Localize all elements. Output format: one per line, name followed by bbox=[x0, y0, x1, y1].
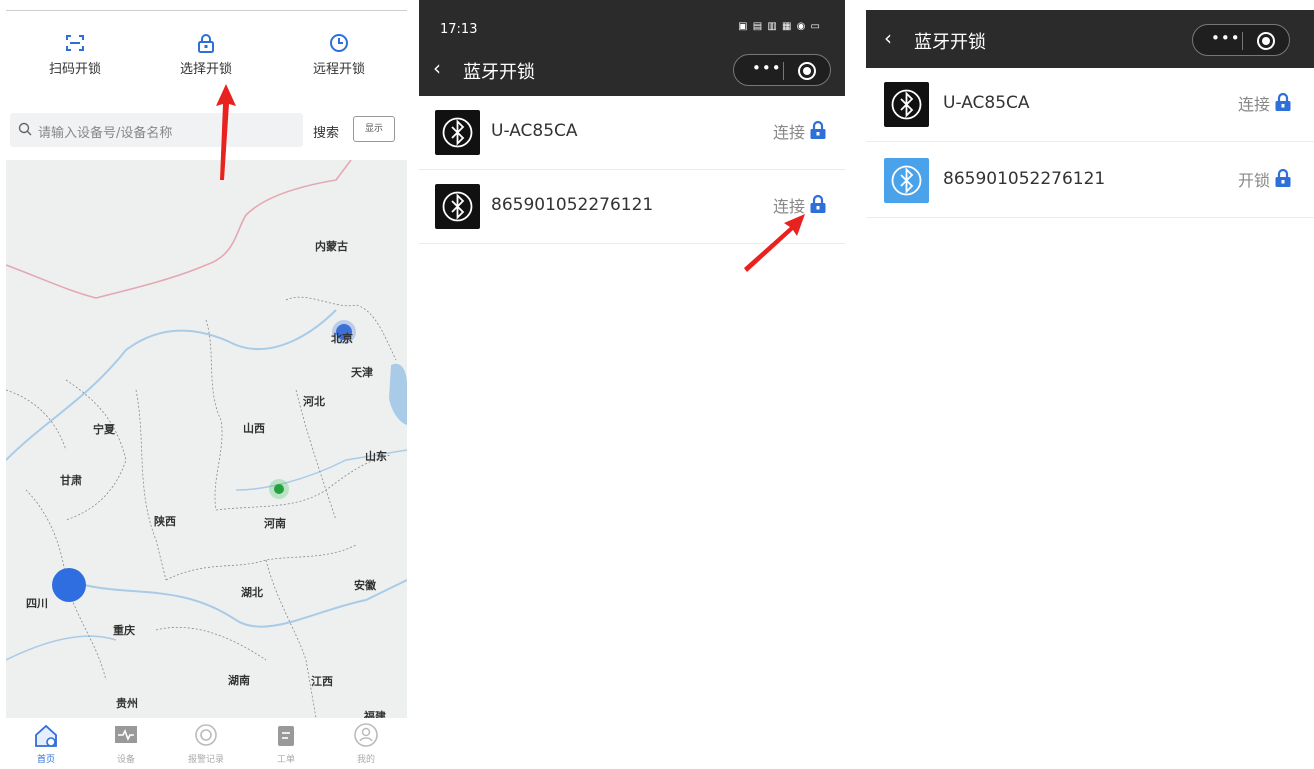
tab-device[interactable]: 设备 bbox=[96, 722, 156, 765]
tab-workorder-label: 工单 bbox=[276, 755, 295, 765]
device-name: 865901052276121 bbox=[491, 195, 654, 215]
nav-bar: ‹ 蓝牙开锁 ••• bbox=[419, 44, 845, 96]
map-label: 重庆 bbox=[113, 624, 135, 637]
device-row[interactable]: U-AC85CA 连接 bbox=[419, 96, 845, 170]
map-label: 河南 bbox=[264, 517, 286, 530]
home-map-screen: 扫码开锁 选择开锁 远程开锁 请输入设备号/设备名称 搜索 显示 内蒙古 北京 … bbox=[6, 0, 407, 769]
map-label: 宁夏 bbox=[93, 423, 115, 436]
tab-profile[interactable]: 我的 bbox=[336, 722, 396, 765]
map-view[interactable]: 内蒙古 北京 天津 河北 宁夏 山西 山东 甘肃 陕西 河南 四川 湖北 安徽 … bbox=[6, 160, 407, 718]
select-unlock-label: 选择开锁 bbox=[179, 62, 232, 77]
connect-button[interactable]: 连接 bbox=[1238, 91, 1294, 115]
back-icon[interactable]: ‹ bbox=[433, 56, 441, 80]
profile-icon bbox=[354, 723, 378, 747]
lock-icon bbox=[1275, 168, 1291, 187]
page-title: 蓝牙开锁 bbox=[914, 32, 986, 53]
connect-button[interactable]: 连接 bbox=[773, 119, 829, 143]
bluetooth-unlock-screen-unlocked: ‹ 蓝牙开锁 ••• U-AC85CA 连接 865901052276121 开… bbox=[866, 0, 1314, 769]
red-arrow-annotation bbox=[216, 84, 236, 180]
device-row[interactable]: 865901052276121 开锁 bbox=[866, 144, 1314, 218]
map-label: 天津 bbox=[351, 366, 373, 379]
search-icon bbox=[18, 122, 32, 136]
back-icon[interactable]: ‹ bbox=[884, 26, 892, 50]
scan-icon bbox=[66, 35, 84, 51]
unlock-button[interactable]: 开锁 bbox=[1238, 167, 1294, 191]
tab-alarm-label: 报警记录 bbox=[187, 755, 224, 765]
device-icon bbox=[115, 726, 137, 743]
tab-home[interactable]: 首页 bbox=[16, 722, 76, 765]
device-name: 865901052276121 bbox=[943, 169, 1106, 189]
page-title: 蓝牙开锁 bbox=[463, 62, 535, 83]
bottom-tabbar: 首页 设备 报警记录 工单 我的 bbox=[6, 718, 407, 769]
lock-icon bbox=[198, 34, 214, 53]
lock-icon bbox=[810, 194, 826, 213]
map-label: 湖北 bbox=[241, 586, 263, 599]
clipboard-icon bbox=[278, 726, 294, 746]
map-label: 湖南 bbox=[228, 674, 250, 687]
bluetooth-icon bbox=[435, 184, 480, 229]
bluetooth-icon bbox=[884, 158, 929, 203]
miniprogram-capsule: ••• bbox=[733, 54, 831, 86]
bluetooth-unlock-screen-phone: 17:13 ▣ ▤ ▥ ▦ ◉ ▭ ‹ 蓝牙开锁 ••• U-AC85CA 连接 bbox=[419, 0, 845, 769]
scan-unlock-label: 扫码开锁 bbox=[48, 62, 101, 77]
status-bar: 17:13 ▣ ▤ ▥ ▦ ◉ ▭ bbox=[419, 0, 845, 44]
bluetooth-icon bbox=[884, 82, 929, 127]
search-button[interactable]: 搜索 bbox=[313, 122, 339, 141]
map-label: 内蒙古 bbox=[315, 240, 348, 253]
map-label: 陕西 bbox=[154, 515, 176, 528]
status-icons: ▣ ▤ ▥ ▦ ◉ ▭ bbox=[738, 21, 821, 32]
capsule-divider bbox=[1242, 32, 1243, 50]
tab-home-label: 首页 bbox=[36, 755, 55, 765]
remote-unlock-label: 远程开锁 bbox=[312, 62, 365, 77]
map-label: 河北 bbox=[303, 395, 325, 408]
select-unlock-tab[interactable]: 选择开锁 bbox=[151, 32, 261, 77]
top-divider bbox=[6, 10, 407, 11]
action-label: 连接 bbox=[1237, 95, 1270, 114]
nav-bar: ‹ 蓝牙开锁 ••• bbox=[866, 10, 1314, 68]
clock-icon bbox=[330, 34, 348, 52]
cluster-marker[interactable] bbox=[51, 567, 87, 603]
miniprogram-capsule: ••• bbox=[1192, 24, 1290, 56]
close-miniprogram-icon[interactable] bbox=[1257, 32, 1275, 50]
map-label: 山东 bbox=[365, 450, 387, 463]
more-icon[interactable]: ••• bbox=[1211, 29, 1241, 47]
home-icon bbox=[35, 724, 57, 747]
scan-unlock-tab[interactable]: 扫码开锁 bbox=[20, 32, 130, 77]
action-label: 开锁 bbox=[1237, 171, 1270, 190]
lock-icon bbox=[810, 120, 826, 139]
tab-workorder[interactable]: 工单 bbox=[256, 722, 316, 765]
map-label: 江西 bbox=[311, 675, 333, 688]
map-label: 福建 bbox=[364, 710, 386, 718]
tab-alarm[interactable]: 报警记录 bbox=[176, 722, 236, 765]
tab-profile-label: 我的 bbox=[356, 755, 375, 765]
map-label: 甘肃 bbox=[60, 474, 82, 487]
tab-device-label: 设备 bbox=[116, 755, 135, 765]
red-arrow-annotation bbox=[744, 214, 805, 272]
device-row[interactable]: U-AC85CA 连接 bbox=[866, 68, 1314, 142]
map-label: 四川 bbox=[26, 597, 48, 610]
search-placeholder: 请输入设备号/设备名称 bbox=[38, 126, 173, 141]
device-name: U-AC85CA bbox=[943, 93, 1030, 113]
map-label: 安徽 bbox=[354, 579, 376, 592]
map-label: 山西 bbox=[243, 422, 265, 435]
lock-icon bbox=[1275, 92, 1291, 111]
action-label: 连接 bbox=[772, 123, 805, 142]
capsule-divider bbox=[783, 62, 784, 80]
status-time: 17:13 bbox=[440, 22, 478, 37]
alarm-icon bbox=[195, 724, 217, 746]
close-miniprogram-icon[interactable] bbox=[798, 62, 816, 80]
bluetooth-icon bbox=[435, 110, 480, 155]
search-input[interactable]: 请输入设备号/设备名称 bbox=[10, 113, 303, 147]
map-label: 北京 bbox=[331, 332, 353, 345]
device-location-dot[interactable] bbox=[268, 478, 290, 500]
more-icon[interactable]: ••• bbox=[752, 59, 782, 77]
show-button[interactable]: 显示 bbox=[353, 116, 395, 142]
remote-unlock-tab[interactable]: 远程开锁 bbox=[284, 32, 394, 77]
map-label: 贵州 bbox=[116, 697, 138, 710]
device-name: U-AC85CA bbox=[491, 121, 578, 141]
